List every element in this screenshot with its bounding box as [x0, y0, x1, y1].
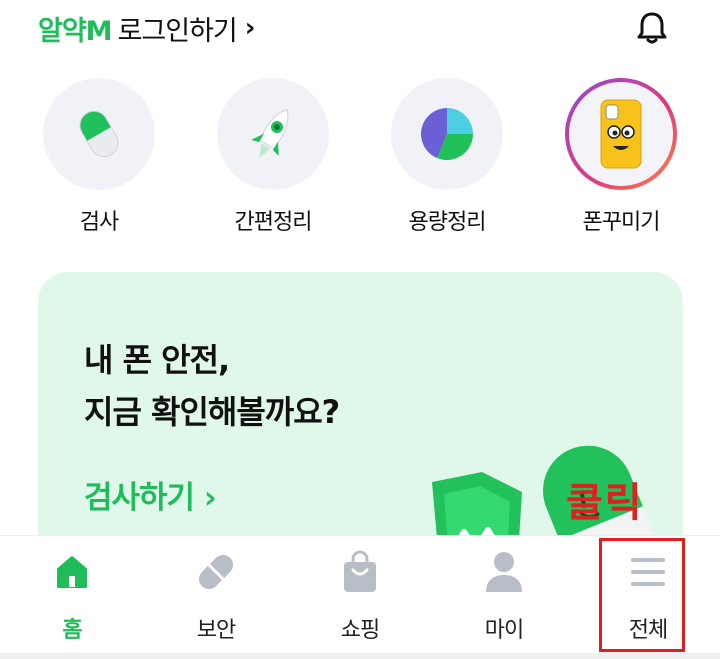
quick-item-decorate-circle	[565, 78, 677, 190]
quick-item-label: 검사	[79, 210, 119, 235]
tab-shopping[interactable]: 쇼핑	[310, 546, 410, 644]
quick-item-scan[interactable]: 검사	[43, 78, 155, 236]
tab-label: 마이	[484, 618, 524, 643]
highlight-box	[599, 538, 685, 652]
tab-home[interactable]: 홈	[22, 546, 122, 644]
header: 알약M 로그인하기 ›	[38, 8, 680, 48]
promo-title-line2: 지금 확인해볼까요?	[84, 393, 340, 431]
quick-item-label: 간편정리	[234, 210, 313, 235]
tab-label: 홈	[62, 618, 82, 643]
person-icon	[486, 552, 522, 592]
quick-item-storage[interactable]: 용량정리	[391, 78, 503, 236]
shopping-bag-icon	[344, 550, 376, 592]
quick-item-scan-circle	[43, 78, 155, 190]
pie-chart-icon	[421, 108, 473, 160]
pill-icon	[79, 110, 119, 158]
quick-item-clean[interactable]: 간편정리	[217, 78, 329, 236]
brand-logo: 알약M	[38, 15, 113, 47]
login-link[interactable]: 로그인하기	[118, 9, 238, 48]
quick-item-label: 폰꾸미기	[582, 210, 661, 235]
quick-item-label: 용량정리	[408, 210, 487, 235]
rocket-icon	[251, 109, 289, 159]
bottom-strip	[0, 653, 720, 659]
tab-label: 쇼핑	[340, 618, 380, 643]
bell-icon[interactable]	[634, 10, 670, 46]
quick-item-decorate[interactable]: 폰꾸미기	[565, 78, 677, 236]
pill-icon	[198, 554, 234, 590]
home-icon	[57, 556, 87, 588]
tab-label: 보안	[196, 618, 236, 643]
click-annotation: 클릭	[566, 480, 644, 526]
quick-menu: 검사 간편정리 용량정리 폰꾸미기	[0, 78, 720, 238]
quick-item-clean-circle	[217, 78, 329, 190]
quick-item-storage-circle	[391, 78, 503, 190]
scan-now-link[interactable]: 검사하기 ›	[84, 472, 217, 517]
phone-case-icon	[600, 99, 642, 169]
promo-title-line1: 내 폰 안전,	[84, 341, 230, 379]
tab-my[interactable]: 마이	[454, 546, 554, 644]
tab-security[interactable]: 보안	[166, 546, 266, 644]
promo-title: 내 폰 안전, 지금 확인해볼까요?	[84, 334, 340, 438]
chevron-right-icon[interactable]: ›	[245, 13, 256, 43]
